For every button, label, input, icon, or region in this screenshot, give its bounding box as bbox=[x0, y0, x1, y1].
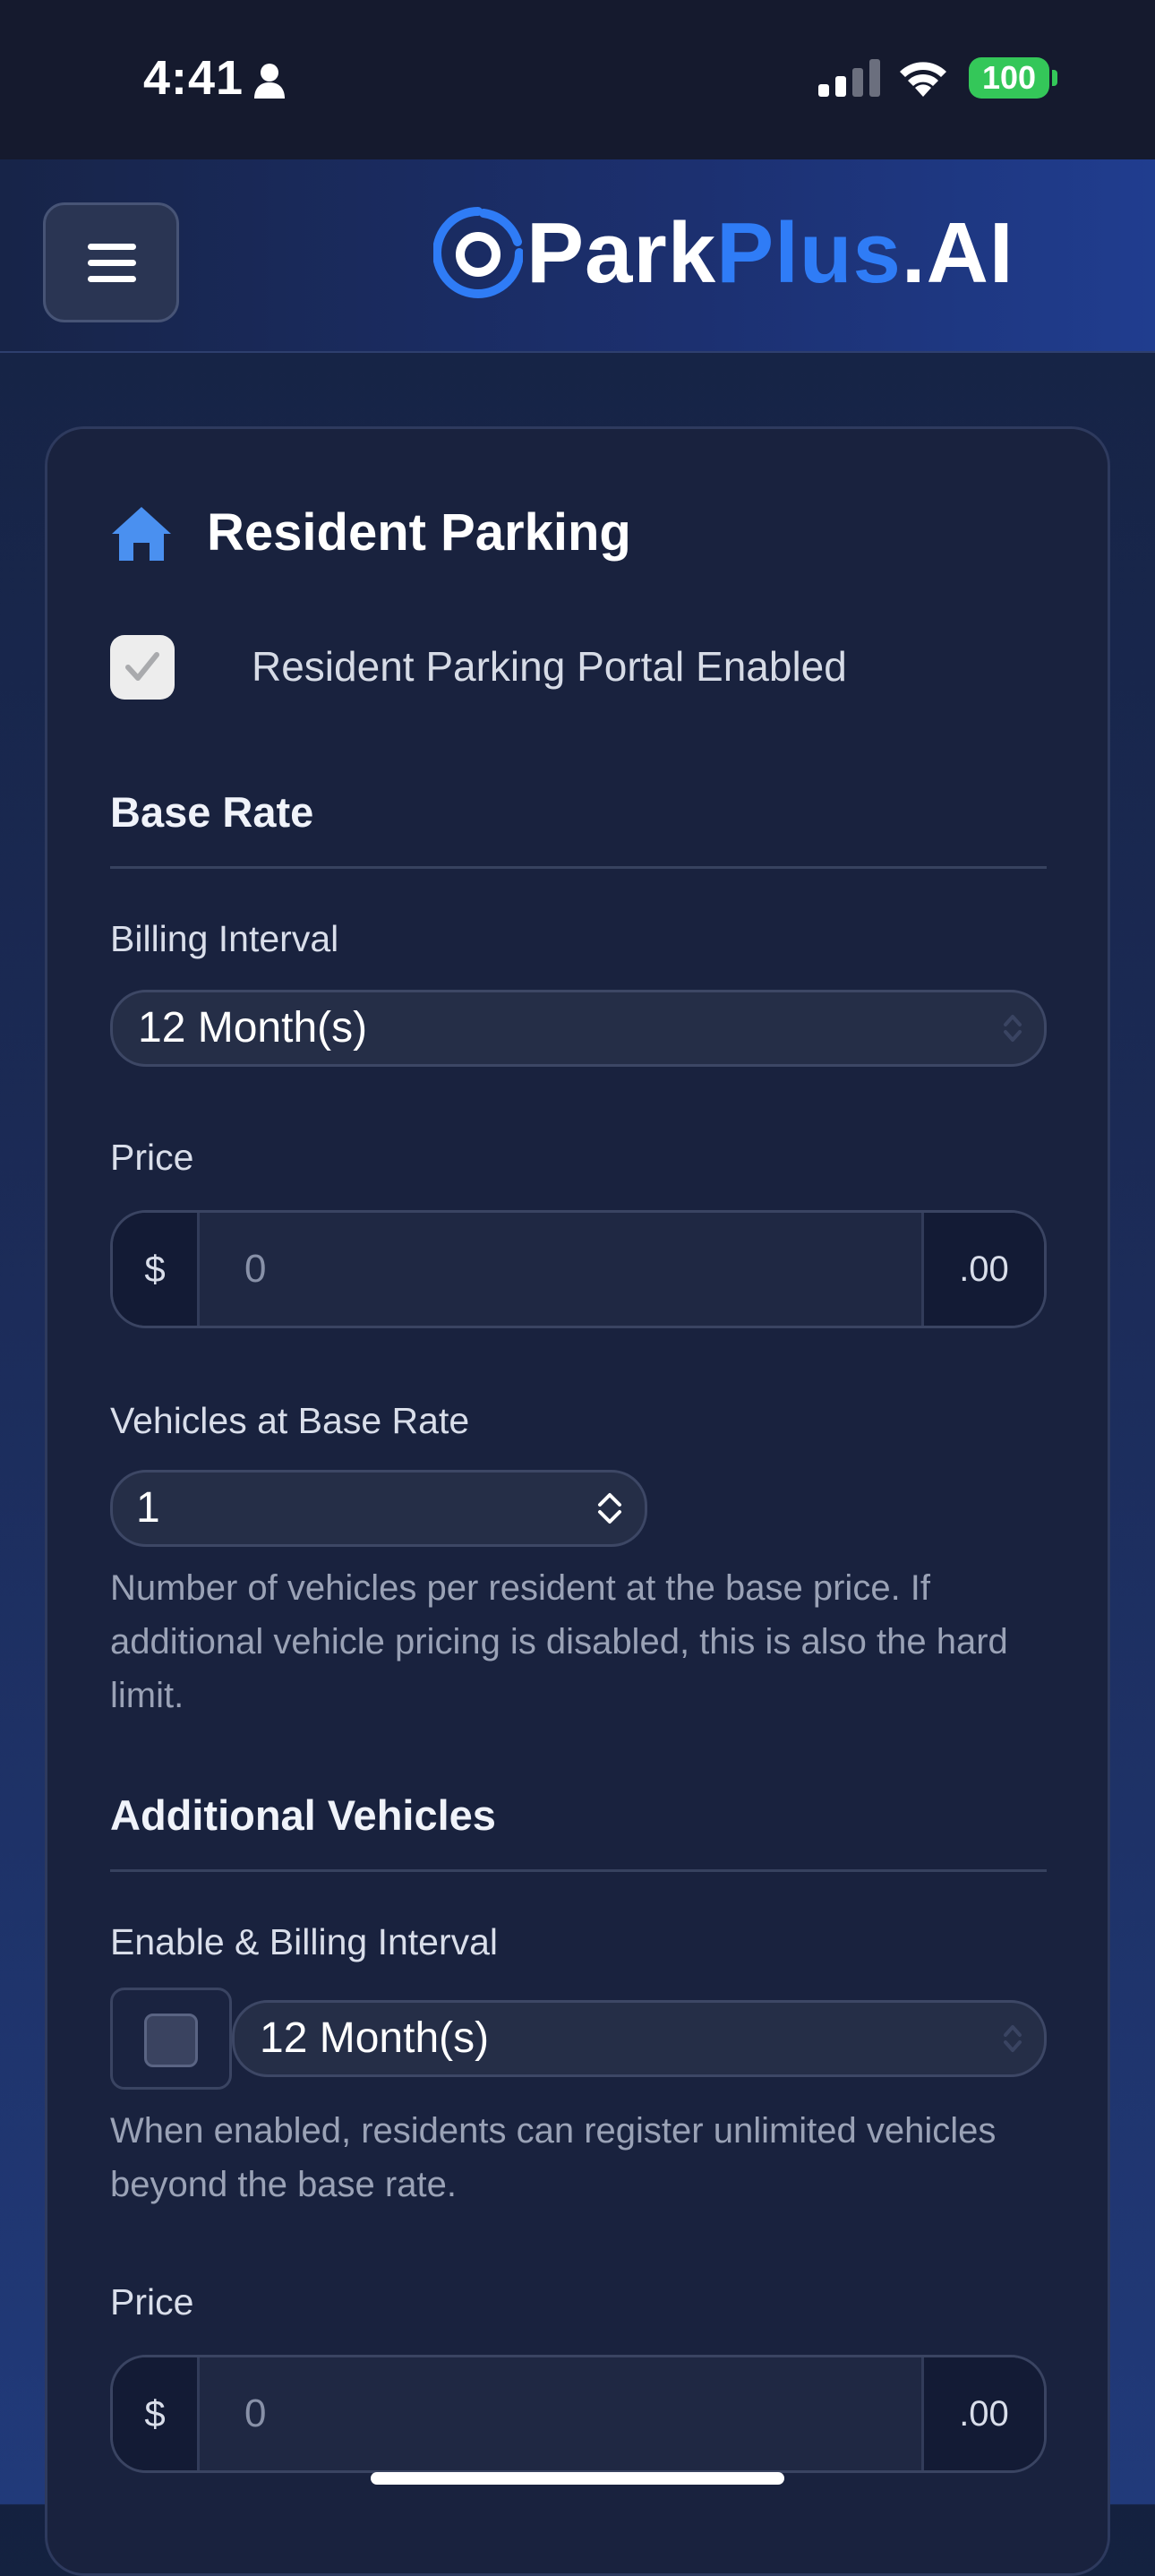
portal-enabled-label: Resident Parking Portal Enabled bbox=[252, 643, 847, 690]
battery-indicator: 100 bbox=[969, 57, 1049, 99]
home-icon bbox=[112, 507, 171, 561]
portal-enabled-checkbox[interactable] bbox=[110, 635, 175, 700]
brand-ai: .AI bbox=[901, 205, 1014, 301]
resident-parking-card: Resident Parking Resident Parking Portal… bbox=[45, 426, 1110, 2576]
additional-vehicles-enable-checkbox[interactable] bbox=[144, 2014, 198, 2067]
enable-billing-interval-label: Enable & Billing Interval bbox=[110, 1921, 499, 1962]
hamburger-menu-icon bbox=[88, 244, 136, 283]
additional-price-currency-prefix: $ bbox=[113, 2357, 197, 2470]
billing-interval-label: Billing Interval bbox=[110, 918, 339, 959]
vehicles-at-base-rate-label: Vehicles at Base Rate bbox=[110, 1400, 470, 1441]
base-price-input[interactable]: 0 bbox=[197, 1213, 924, 1326]
parkplus-logo-icon bbox=[433, 207, 523, 298]
additional-vehicles-help-text: When enabled, residents can register unl… bbox=[110, 2111, 997, 2204]
chevron-updown-icon bbox=[1004, 2025, 1022, 2052]
home-indicator bbox=[371, 2472, 784, 2485]
cellular-signal-icon bbox=[818, 59, 880, 97]
billing-interval-select[interactable]: 12 Month(s) bbox=[110, 990, 1047, 1067]
additional-billing-interval-select[interactable]: 12 Month(s) bbox=[232, 2000, 1047, 2077]
additional-price-input[interactable]: 0 bbox=[197, 2357, 924, 2470]
additional-vehicles-checkbox-wrapper bbox=[110, 1988, 232, 2090]
price-label: Price bbox=[110, 1137, 194, 1178]
brand-wordmark: ParkPlus.AI bbox=[526, 204, 1014, 303]
vehicles-at-base-rate-select[interactable]: 1 bbox=[110, 1470, 647, 1547]
vehicles-help-text: Number of vehicles per resident at the b… bbox=[110, 1568, 1008, 1715]
vehicles-at-base-rate-value: 1 bbox=[136, 1484, 160, 1532]
base-rate-divider bbox=[110, 866, 1047, 869]
price-currency-prefix: $ bbox=[113, 1213, 197, 1326]
chevron-updown-icon bbox=[1004, 1015, 1022, 1042]
battery-nub bbox=[1052, 70, 1057, 86]
wifi-icon bbox=[900, 62, 946, 97]
app-header: ParkPlus.AI bbox=[0, 159, 1155, 353]
price-cents-suffix: .00 bbox=[924, 1213, 1044, 1326]
menu-button[interactable] bbox=[43, 202, 179, 322]
base-price-input-group: $ 0 .00 bbox=[110, 1210, 1047, 1328]
billing-interval-value: 12 Month(s) bbox=[138, 1004, 368, 1052]
additional-price-label: Price bbox=[110, 2281, 194, 2323]
brand-plus: Plus bbox=[716, 205, 902, 301]
card-title: Resident Parking bbox=[207, 503, 631, 562]
chevron-updown-icon bbox=[598, 1493, 621, 1524]
person-icon bbox=[254, 64, 285, 99]
additional-vehicles-divider bbox=[110, 1869, 1047, 1872]
additional-price-input-group: $ 0 .00 bbox=[110, 2355, 1047, 2473]
additional-vehicles-heading: Additional Vehicles bbox=[110, 1791, 496, 1839]
additional-price-cents-suffix: .00 bbox=[924, 2357, 1044, 2470]
additional-billing-interval-value: 12 Month(s) bbox=[260, 2014, 490, 2062]
base-rate-heading: Base Rate bbox=[110, 788, 314, 836]
check-icon bbox=[125, 652, 159, 681]
status-time: 4:41 bbox=[143, 51, 244, 105]
status-bar: 4:41 100 bbox=[0, 0, 1155, 159]
brand-park: Park bbox=[526, 205, 717, 301]
